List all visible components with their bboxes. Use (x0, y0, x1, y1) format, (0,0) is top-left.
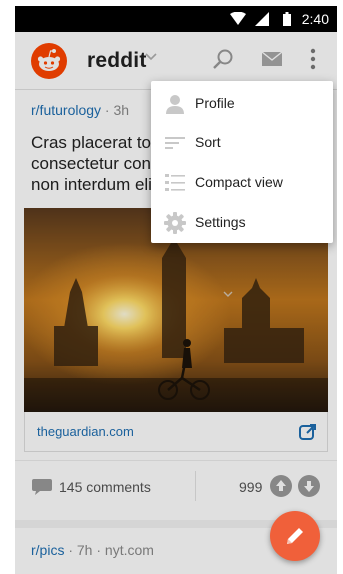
compose-button[interactable] (270, 511, 320, 561)
battery-icon (283, 12, 291, 26)
menu-item-sort[interactable]: Sort (151, 123, 333, 163)
clock: 2:40 (301, 11, 329, 27)
signal-icon (255, 12, 269, 26)
pencil-icon (287, 528, 303, 544)
overflow-menu: Profile Sort Compact view Settings (151, 81, 333, 243)
menu-item-label: Profile (195, 95, 235, 111)
menu-item-label: Settings (195, 214, 246, 230)
settings-icon (164, 212, 186, 234)
profile-icon (166, 95, 184, 114)
wifi-icon (230, 12, 246, 25)
menu-item-settings[interactable]: Settings (151, 203, 333, 243)
menu-item-label: Sort (195, 134, 221, 150)
app-screen: 2:40 reddit r/futurology · 3h Cras place… (15, 6, 337, 574)
menu-item-profile[interactable]: Profile (151, 84, 333, 124)
compact-view-icon (165, 174, 185, 191)
status-bar: 2:40 (15, 6, 337, 32)
menu-item-label: Compact view (195, 174, 283, 190)
sort-icon (165, 137, 185, 149)
menu-item-compact-view[interactable]: Compact view (151, 163, 333, 203)
